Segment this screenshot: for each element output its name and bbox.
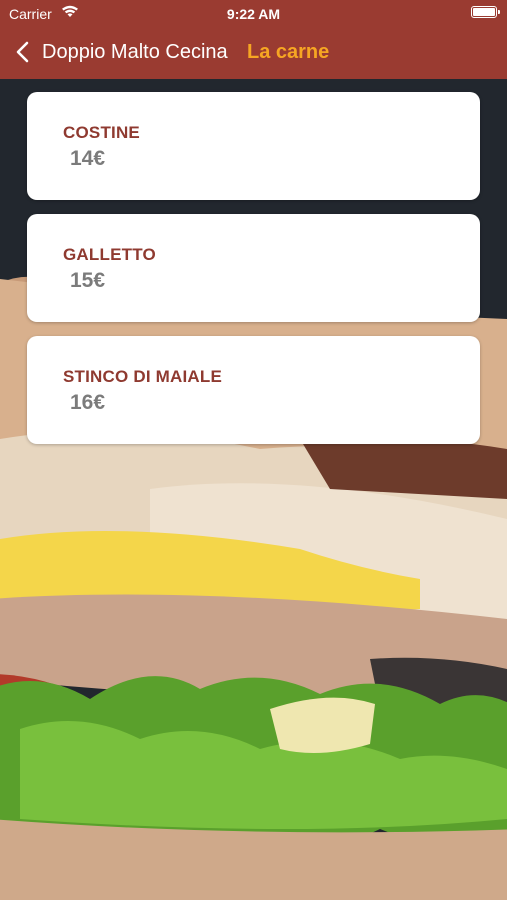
menu-item-card[interactable]: STINCO DI MAIALE 16€ bbox=[27, 336, 480, 444]
menu-item-price: 14€ bbox=[70, 147, 106, 170]
menu-item-price: 16€ bbox=[70, 391, 106, 414]
navigation-header: Carrier 9:22 AM Doppio Malto Cecina La c… bbox=[0, 0, 507, 79]
menu-item-card[interactable]: GALLETTO 15€ bbox=[27, 214, 480, 322]
menu-item-card[interactable]: COSTINE 14€ bbox=[27, 92, 480, 200]
battery-icon bbox=[471, 6, 500, 18]
status-bar: Carrier 9:22 AM bbox=[0, 0, 507, 28]
menu-item-name: COSTINE bbox=[63, 123, 140, 142]
menu-item-price: 15€ bbox=[70, 269, 106, 292]
nav-section-title: La carne bbox=[247, 41, 330, 63]
back-chevron-icon[interactable] bbox=[12, 40, 34, 64]
menu-item-name: GALLETTO bbox=[63, 245, 156, 264]
menu-item-name: STINCO DI MAIALE bbox=[63, 367, 223, 386]
nav-back-title[interactable]: Doppio Malto Cecina bbox=[42, 41, 228, 64]
status-time: 9:22 AM bbox=[226, 6, 281, 22]
background-food-image bbox=[0, 79, 507, 900]
